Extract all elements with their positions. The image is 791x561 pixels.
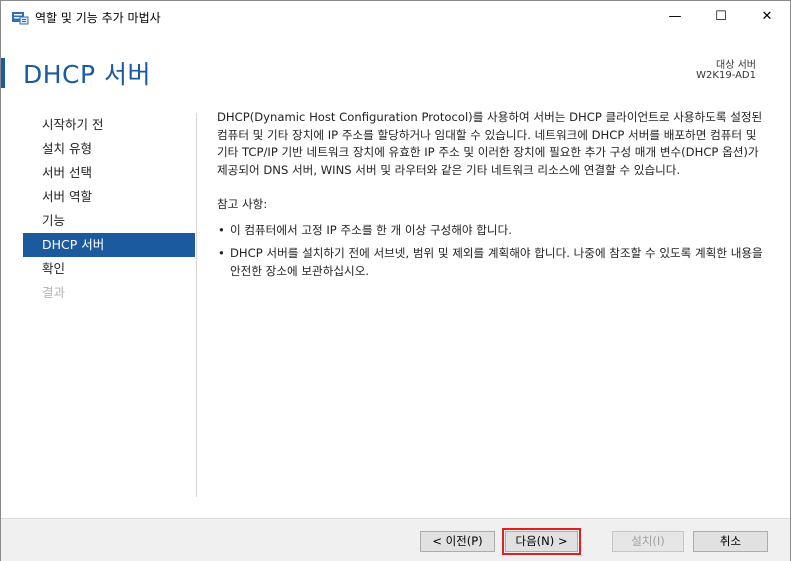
- button-bar: < 이전(P) 다음(N) > 설치(I) 취소: [1, 518, 790, 561]
- note-text: DHCP 서버를 설치하기 전에 서브넷, 범위 및 제외를 계획해야 합니다.…: [230, 246, 763, 278]
- destination-server-name: W2K19-AD1: [696, 70, 756, 81]
- maximize-button[interactable]: ☐: [698, 1, 744, 32]
- nav-item-results: 결과: [42, 285, 66, 300]
- page-title: DHCP 서버: [23, 60, 152, 89]
- nav-item-confirmation[interactable]: 확인: [23, 257, 195, 281]
- nav-item-installation-type[interactable]: 설치 유형: [23, 137, 195, 161]
- nav-divider: [196, 113, 197, 497]
- header-accent-bar: [1, 58, 5, 88]
- nav-item-server-selection[interactable]: 서버 선택: [23, 161, 195, 185]
- wizard-window: 역할 및 기능 추가 마법사 — ☐ ✕ DHCP 서버 대상 서버 W2K19…: [0, 0, 791, 561]
- nav-item-server-roles[interactable]: 서버 역할: [23, 185, 195, 209]
- next-button[interactable]: 다음(N) >: [502, 528, 581, 555]
- nav-item-before-you-begin[interactable]: 시작하기 전: [23, 113, 195, 137]
- notes-list: • 이 컴퓨터에서 고정 IP 주소를 한 개 이상 구성해야 합니다. • D…: [217, 222, 767, 281]
- wizard-step-nav: 시작하기 전 설치 유형 서버 선택 서버 역할 기능 DHCP 서버 확인 결…: [23, 113, 195, 305]
- list-item: • 이 컴퓨터에서 고정 IP 주소를 한 개 이상 구성해야 합니다.: [217, 222, 767, 240]
- note-text: 이 컴퓨터에서 고정 IP 주소를 한 개 이상 구성해야 합니다.: [230, 222, 512, 237]
- content-pane: DHCP(Dynamic Host Configuration Protocol…: [217, 109, 767, 286]
- bullet-icon: •: [218, 222, 225, 237]
- close-button[interactable]: ✕: [744, 1, 790, 32]
- title-bar[interactable]: 역할 및 기능 추가 마법사 — ☐ ✕: [1, 1, 790, 32]
- maximize-icon: ☐: [715, 9, 727, 24]
- intro-paragraph: DHCP(Dynamic Host Configuration Protocol…: [217, 110, 763, 177]
- minimize-icon: —: [668, 9, 682, 24]
- bullet-icon: •: [218, 246, 225, 260]
- notes-heading: 참고 사항:: [217, 197, 268, 211]
- cancel-button[interactable]: 취소: [693, 531, 768, 552]
- wizard-header: DHCP 서버 대상 서버 W2K19-AD1: [1, 32, 790, 107]
- close-icon: ✕: [761, 9, 773, 24]
- list-item: • DHCP 서버를 설치하기 전에 서브넷, 범위 및 제외를 계획해야 합니…: [217, 245, 767, 280]
- minimize-button[interactable]: —: [652, 1, 698, 32]
- destination-server-label: 대상 서버: [716, 60, 756, 71]
- previous-button[interactable]: < 이전(P): [420, 531, 495, 552]
- nav-item-dhcp-server[interactable]: DHCP 서버: [23, 233, 195, 257]
- install-button: 설치(I): [612, 531, 684, 552]
- window-title: 역할 및 기능 추가 마법사: [35, 11, 161, 25]
- server-manager-icon: [12, 12, 29, 25]
- nav-item-features[interactable]: 기능: [23, 209, 195, 233]
